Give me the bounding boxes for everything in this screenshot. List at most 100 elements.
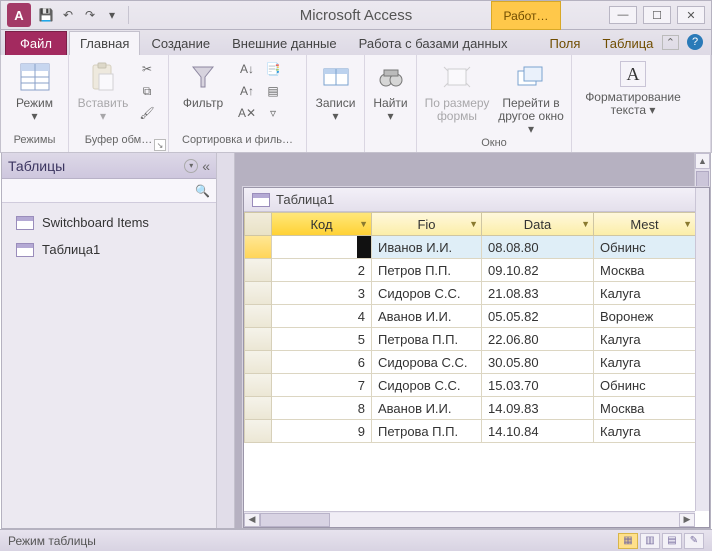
view-datasheet-button[interactable]: ▦ <box>618 533 638 549</box>
cell-data[interactable]: 05.05.82 <box>482 305 594 328</box>
chevron-down-icon[interactable]: ▼ <box>359 219 368 229</box>
tab-external-data[interactable]: Внешние данные <box>221 31 348 55</box>
table-row[interactable]: 2Петров П.П.09.10.82Москва <box>244 259 709 282</box>
fit-form-button[interactable]: По размеру формы <box>423 59 491 123</box>
selection-filter-icon[interactable]: 📑 <box>263 59 283 79</box>
navigation-header[interactable]: Таблицы ▾ « <box>2 153 216 179</box>
tab-create[interactable]: Создание <box>140 31 221 55</box>
cell-mesto[interactable]: Калуга <box>594 282 696 305</box>
cell-mesto[interactable]: Калуга <box>594 351 696 374</box>
cell-data[interactable]: 09.10.82 <box>482 259 594 282</box>
cell-id[interactable]: 8 <box>272 397 372 420</box>
select-all-cell[interactable] <box>244 212 272 236</box>
table-row[interactable]: 4Аванов И.И.05.05.82Воронеж <box>244 305 709 328</box>
remove-sort-icon[interactable]: A✕ <box>237 103 257 123</box>
find-button[interactable]: Найти▾ <box>371 59 410 123</box>
nav-item-switchboard[interactable]: Switchboard Items <box>6 209 212 236</box>
table-row[interactable]: 8Аванов И.И.14.09.83Москва <box>244 397 709 420</box>
sort-asc-icon[interactable]: A↓ <box>237 59 257 79</box>
minimize-button[interactable]: — <box>609 6 637 24</box>
row-selector[interactable] <box>244 351 272 374</box>
view-design-button[interactable]: ✎ <box>684 533 704 549</box>
cell-fio[interactable]: Иванов И.И. <box>372 236 482 259</box>
row-selector[interactable] <box>244 236 272 259</box>
cell-id[interactable]: 1 <box>272 236 372 259</box>
cell-id[interactable]: 7 <box>272 374 372 397</box>
maximize-button[interactable]: ☐ <box>643 6 671 24</box>
qat-redo-icon[interactable]: ↷ <box>81 6 99 24</box>
chevron-down-icon[interactable]: ▼ <box>469 219 478 229</box>
table-row[interactable]: 6Сидорова С.С.30.05.80Калуга <box>244 351 709 374</box>
scroll-thumb[interactable] <box>260 513 330 527</box>
navigation-search-input[interactable] <box>8 184 195 198</box>
format-painter-icon[interactable]: 🖌 <box>137 103 157 123</box>
tab-home[interactable]: Главная <box>69 31 140 55</box>
row-selector[interactable] <box>244 328 272 351</box>
column-header-id[interactable]: Код▼ <box>272 212 372 236</box>
column-header-data[interactable]: Data▼ <box>482 212 594 236</box>
shutter-bar[interactable] <box>217 153 235 528</box>
row-selector[interactable] <box>244 397 272 420</box>
row-selector[interactable] <box>244 374 272 397</box>
cell-id[interactable]: 2 <box>272 259 372 282</box>
cell-id[interactable]: 5 <box>272 328 372 351</box>
cell-mesto[interactable]: Москва <box>594 397 696 420</box>
qat-save-icon[interactable]: 💾 <box>37 6 55 24</box>
nav-collapse-icon[interactable]: « <box>202 158 210 174</box>
view-button[interactable]: Режим▾ <box>7 59 62 123</box>
ribbon-minimize-icon[interactable]: ⌃ <box>662 35 679 50</box>
scroll-track[interactable] <box>260 513 679 527</box>
datasheet-titlebar[interactable]: Таблица1 <box>244 188 709 212</box>
copy-icon[interactable]: ⧉ <box>137 81 157 101</box>
chevron-down-icon[interactable]: ▼ <box>683 219 692 229</box>
datasheet-horizontal-scrollbar[interactable]: ◀ ▶ <box>244 511 695 527</box>
table-row[interactable]: 9Петрова П.П.14.10.84Калуга <box>244 420 709 443</box>
scroll-right-icon[interactable]: ▶ <box>679 513 695 527</box>
row-selector[interactable] <box>244 420 272 443</box>
cell-fio[interactable]: Петрова П.П. <box>372 420 482 443</box>
view-pivotchart-button[interactable]: ▤ <box>662 533 682 549</box>
cell-data[interactable]: 14.09.83 <box>482 397 594 420</box>
cell-data[interactable]: 21.08.83 <box>482 282 594 305</box>
cell-data[interactable]: 08.08.80 <box>482 236 594 259</box>
cell-fio[interactable]: Сидоров С.С. <box>372 282 482 305</box>
paste-button[interactable]: Вставить▾ <box>75 59 131 123</box>
cell-fio[interactable]: Аванов И.И. <box>372 397 482 420</box>
nav-item-table1[interactable]: Таблица1 <box>6 236 212 263</box>
cell-fio[interactable]: Аванов И.И. <box>372 305 482 328</box>
row-selector[interactable] <box>244 259 272 282</box>
row-selector[interactable] <box>244 305 272 328</box>
table-row[interactable]: 5Петрова П.П.22.06.80Калуга <box>244 328 709 351</box>
scroll-up-icon[interactable]: ▲ <box>695 153 710 169</box>
cell-data[interactable]: 30.05.80 <box>482 351 594 374</box>
cell-data[interactable]: 15.03.70 <box>482 374 594 397</box>
row-selector[interactable] <box>244 282 272 305</box>
cell-mesto[interactable]: Калуга <box>594 420 696 443</box>
navigation-search[interactable]: 🔍 <box>2 179 216 203</box>
switch-window-button[interactable]: Перейти в другое окно ▾ <box>497 59 565 137</box>
cell-mesto[interactable]: Москва <box>594 259 696 282</box>
cell-id[interactable]: 4 <box>272 305 372 328</box>
cell-mesto[interactable]: Обнинс <box>594 374 696 397</box>
cell-fio[interactable]: Сидорова С.С. <box>372 351 482 374</box>
cell-mesto[interactable]: Воронеж <box>594 305 696 328</box>
view-pivottable-button[interactable]: ▥ <box>640 533 660 549</box>
cell-data[interactable]: 14.10.84 <box>482 420 594 443</box>
cell-fio[interactable]: Сидоров С.С. <box>372 374 482 397</box>
text-format-button[interactable]: A Форматирование текста ▾ <box>578 59 688 117</box>
cell-id[interactable]: 9 <box>272 420 372 443</box>
cell-fio[interactable]: Петров П.П. <box>372 259 482 282</box>
table-row[interactable]: 7Сидоров С.С.15.03.70Обнинс <box>244 374 709 397</box>
qat-customize-icon[interactable]: ▾ <box>103 6 121 24</box>
tab-table[interactable]: Таблица <box>591 31 664 55</box>
cell-mesto[interactable]: Калуга <box>594 328 696 351</box>
sort-desc-icon[interactable]: A↑ <box>237 81 257 101</box>
cell-fio[interactable]: Петрова П.П. <box>372 328 482 351</box>
scroll-left-icon[interactable]: ◀ <box>244 513 260 527</box>
qat-undo-icon[interactable]: ↶ <box>59 6 77 24</box>
cell-id[interactable]: 3 <box>272 282 372 305</box>
table-row[interactable]: 3Сидоров С.С.21.08.83Калуга <box>244 282 709 305</box>
datasheet-vertical-scrollbar[interactable] <box>695 188 709 511</box>
search-icon[interactable]: 🔍 <box>195 184 210 198</box>
records-button[interactable]: Записи▾ <box>313 59 358 123</box>
